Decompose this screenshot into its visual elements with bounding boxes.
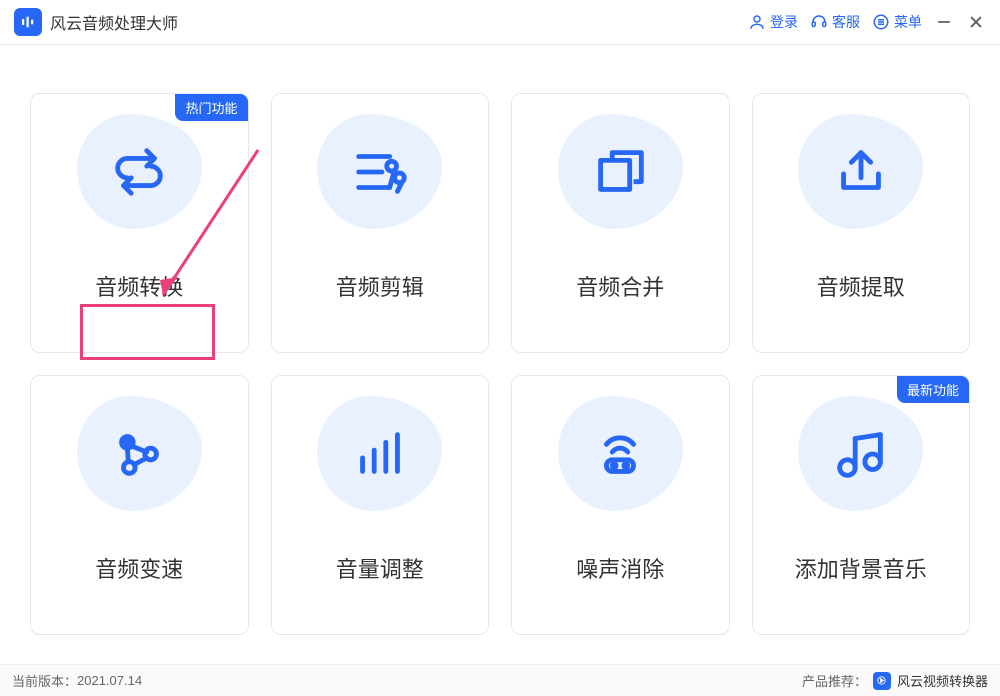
card-label: 音频合并: [558, 262, 682, 310]
recommend-label: 产品推荐：: [802, 671, 867, 690]
card-label: 音频剪辑: [318, 262, 442, 310]
card-label: 音频转换: [77, 262, 201, 310]
volume-icon: [315, 394, 445, 514]
titlebar: 风云音频处理大师 登录 客服 菜单: [0, 0, 1000, 45]
version-label: 当前版本：: [12, 671, 77, 690]
app-logo-icon: [14, 8, 42, 36]
card-label: 噪声消除: [558, 544, 682, 592]
card-audio-edit[interactable]: 音频剪辑: [271, 93, 490, 353]
card-label: 音频变速: [77, 544, 201, 592]
version-value: 2021.07.14: [77, 673, 142, 688]
music-icon: [796, 394, 926, 514]
close-button[interactable]: [966, 12, 986, 32]
service-button[interactable]: 客服: [810, 12, 860, 32]
service-label: 客服: [832, 12, 860, 32]
card-audio-merge[interactable]: 音频合并: [511, 93, 730, 353]
edit-icon: [315, 112, 445, 232]
card-add-bgm[interactable]: 最新功能 添加背景音乐: [752, 375, 971, 635]
menu-label: 菜单: [894, 12, 922, 32]
card-label: 音量调整: [318, 544, 442, 592]
merge-icon: [555, 112, 685, 232]
footer: 当前版本： 2021.07.14 产品推荐： 风云视频转换器: [0, 664, 1000, 696]
card-label: 音频提取: [799, 262, 923, 310]
card-volume-adjust[interactable]: 音量调整: [271, 375, 490, 635]
menu-button[interactable]: 菜单: [872, 12, 922, 32]
card-audio-speed[interactable]: 音频变速: [30, 375, 249, 635]
login-button[interactable]: 登录: [748, 12, 798, 32]
noise-icon: [555, 394, 685, 514]
app-title: 风云音频处理大师: [50, 10, 178, 34]
minimize-button[interactable]: [934, 12, 954, 32]
card-label: 添加背景音乐: [777, 544, 945, 592]
card-audio-convert[interactable]: 热门功能 音频转换: [30, 93, 249, 353]
feature-grid: 热门功能 音频转换 音频剪辑 音频合并 音频提取 音频变速 音量调整: [0, 45, 1000, 665]
convert-icon: [74, 112, 204, 232]
speed-icon: [74, 394, 204, 514]
login-label: 登录: [770, 12, 798, 32]
card-audio-extract[interactable]: 音频提取: [752, 93, 971, 353]
extract-icon: [796, 112, 926, 232]
card-noise-removal[interactable]: 噪声消除: [511, 375, 730, 635]
recommend-product[interactable]: 风云视频转换器: [897, 671, 988, 690]
recommend-product-icon: [873, 672, 891, 690]
